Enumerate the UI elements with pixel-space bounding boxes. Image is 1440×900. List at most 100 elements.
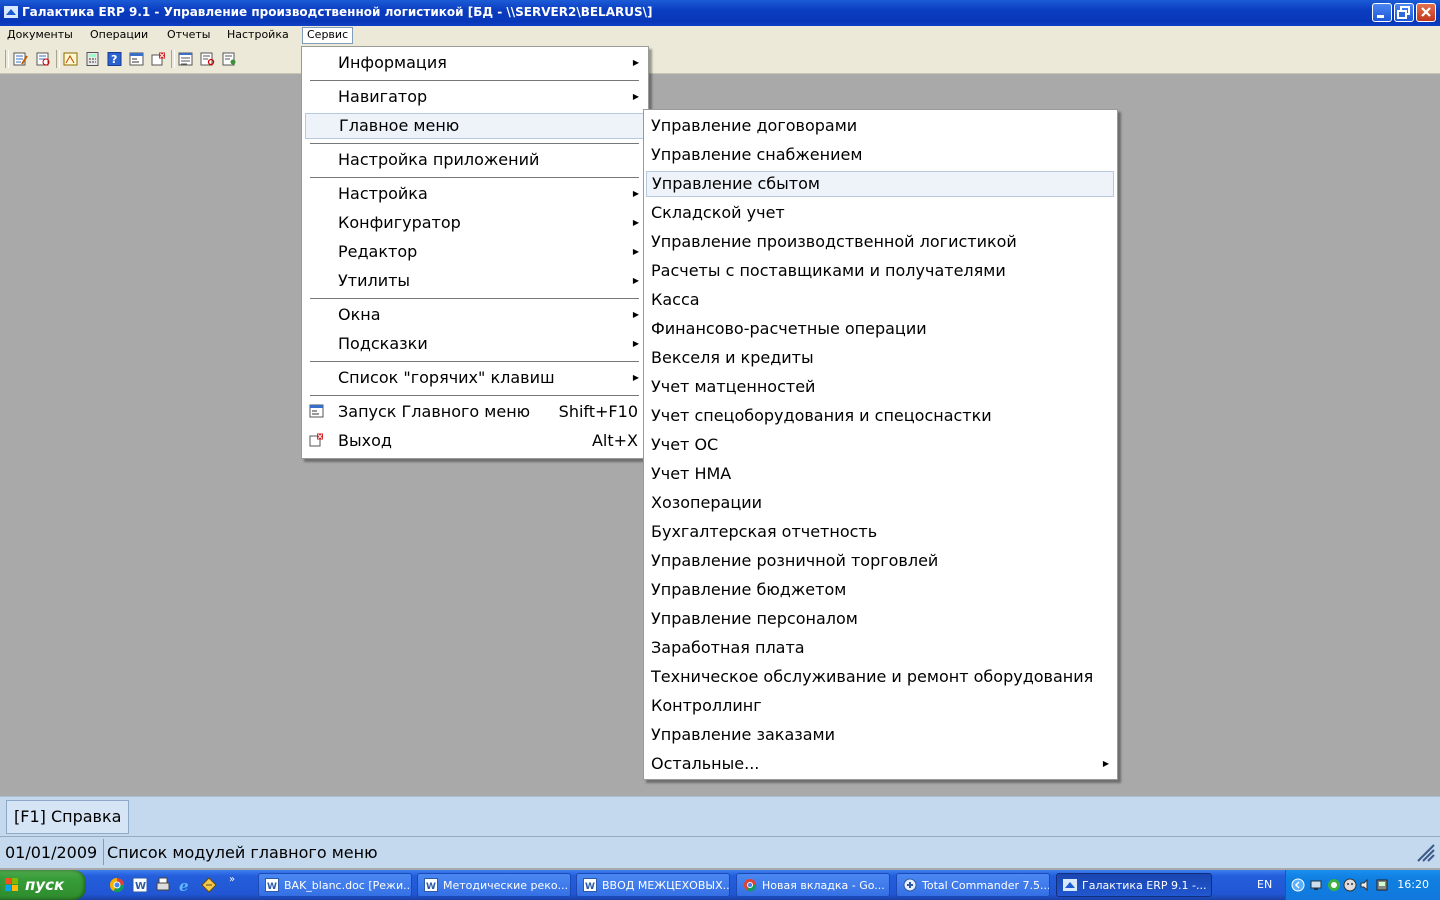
edit-document-icon[interactable] [13, 52, 28, 66]
minimize-icon [1377, 15, 1384, 18]
module-maintenance[interactable]: Техническое обслуживание и ремонт оборуд… [646, 664, 1114, 690]
module-retail[interactable]: Управление розничной торговлей [646, 548, 1114, 574]
module-warehouse[interactable]: Складской учет [646, 200, 1114, 226]
submenu-arrow-icon: ▶ [1102, 759, 1109, 768]
menu-operations[interactable]: Операции [90, 28, 148, 41]
printer-icon[interactable] [155, 877, 171, 893]
service-menu: Информация ▶ Навигатор ▶ Главное меню Наст… [301, 46, 649, 459]
menu-item-settings[interactable]: Настройка ▶ [305, 181, 644, 207]
svg-text:W: W [267, 882, 277, 892]
menu-documents[interactable]: Документы [7, 28, 73, 41]
language-indicator[interactable]: EN [1257, 878, 1272, 891]
svg-text:e: e [179, 877, 189, 893]
desktop-icon[interactable] [201, 877, 217, 893]
calculator-icon[interactable] [85, 52, 100, 66]
restore-button[interactable] [1394, 3, 1414, 22]
module-inventory[interactable]: Учет матценностей [646, 374, 1114, 400]
system-tray: 16:20 [1285, 870, 1440, 900]
module-bills-credits[interactable]: Векселя и кредиты [646, 345, 1114, 371]
word-icon[interactable]: W [132, 877, 148, 893]
menu-item-launch-main-menu[interactable]: Запуск Главного меню Shift+F10 [305, 399, 644, 425]
list-icon[interactable] [178, 52, 193, 66]
start-button[interactable]: пуск [0, 870, 86, 900]
exit-icon [309, 433, 323, 447]
module-cash[interactable]: Касса [646, 287, 1114, 313]
resize-grip-icon[interactable] [1414, 841, 1436, 863]
module-controlling[interactable]: Контроллинг [646, 693, 1114, 719]
device-icon[interactable] [1375, 878, 1389, 892]
title-bar[interactable]: Галактика ERP 9.1 - Управление производс… [0, 0, 1440, 26]
tray-expand-icon[interactable] [1291, 878, 1305, 892]
module-payroll[interactable]: Заработная плата [646, 635, 1114, 661]
menu-item-editor[interactable]: Редактор ▶ [305, 239, 644, 265]
taskbar-button-word-doc[interactable]: W BAK_blanc.doc [Режи... [258, 873, 412, 897]
chrome-icon[interactable] [109, 877, 125, 893]
menu-item-configurator[interactable]: Конфигуратор ▶ [305, 210, 644, 236]
toolbar: ? [0, 45, 1440, 74]
chrome-icon [743, 878, 757, 892]
help-button[interactable]: [F1] Справка [6, 800, 130, 834]
exit-icon[interactable] [151, 52, 166, 66]
menu-item-windows[interactable]: Окна ▶ [305, 302, 644, 328]
module-sales[interactable]: Управление сбытом [646, 171, 1114, 197]
module-others[interactable]: Остальные... ▶ [646, 751, 1114, 777]
submenu-arrow-icon: ▶ [632, 339, 639, 348]
taskbar-button-chrome[interactable]: Новая вкладка - Go... [736, 873, 890, 897]
document-view-icon[interactable] [36, 52, 51, 66]
menu-item-navigator[interactable]: Навигатор ▶ [305, 84, 644, 110]
internet-explorer-icon[interactable]: e [178, 877, 194, 893]
module-personnel[interactable]: Управление персоналом [646, 606, 1114, 632]
module-production-logistics[interactable]: Управление производственной логистикой [646, 229, 1114, 255]
taskbar-button-total-commander[interactable]: Total Commander 7.5... [896, 873, 1050, 897]
restore-icon [1397, 6, 1410, 19]
antivirus-icon[interactable] [1343, 878, 1357, 892]
menu-service[interactable]: Сервис [302, 27, 354, 44]
menu-settings[interactable]: Настройка [227, 28, 289, 41]
module-financial-operations[interactable]: Финансово-расчетные операции [646, 316, 1114, 342]
menu-item-information[interactable]: Информация ▶ [305, 50, 644, 76]
svg-text:W: W [585, 882, 595, 892]
status-divider [103, 839, 104, 865]
minimize-button[interactable] [1372, 3, 1392, 22]
menu-reports[interactable]: Отчеты [167, 28, 210, 41]
menu-item-hints[interactable]: Подсказки ▶ [305, 331, 644, 357]
module-intangible-assets[interactable]: Учет НМА [646, 461, 1114, 487]
module-budget[interactable]: Управление бюджетом [646, 577, 1114, 603]
svg-text:W: W [135, 881, 146, 892]
module-procurement[interactable]: Управление снабжением [646, 142, 1114, 168]
taskbar-button-galaktika[interactable]: Галактика ERP 9.1 -... [1056, 873, 1212, 897]
help-icon[interactable]: ? [107, 52, 122, 66]
module-settlements[interactable]: Расчеты с поставщиками и получателями [646, 258, 1114, 284]
taskbar-button-input[interactable]: W ВВОД МЕЖЦЕХОВЫХ... [576, 873, 730, 897]
launch-menu-icon[interactable] [129, 52, 144, 66]
menu-item-app-settings[interactable]: Настройка приложений [305, 147, 644, 173]
toolbar-separator [171, 50, 175, 68]
menu-item-utilities[interactable]: Утилиты ▶ [305, 268, 644, 294]
module-business-operations[interactable]: Хозоперации [646, 490, 1114, 516]
module-special-equipment[interactable]: Учет спецоборудования и спецоснастки [646, 403, 1114, 429]
module-accounting-reports[interactable]: Бухгалтерская отчетность [646, 519, 1114, 545]
menu-item-exit[interactable]: Выход Alt+X [305, 428, 644, 454]
taskbar-button-methodical[interactable]: W Методические реко... [417, 873, 571, 897]
settings-list-icon[interactable] [222, 52, 237, 66]
module-orders[interactable]: Управление заказами [646, 722, 1114, 748]
quicklaunch-chevron-icon[interactable]: » [229, 874, 235, 885]
volume-icon[interactable] [1359, 878, 1373, 892]
menu-separator [310, 80, 639, 81]
security-icon[interactable] [1327, 878, 1341, 892]
menu-item-hotkeys-list[interactable]: Список "горячих" клавиш ▶ [305, 365, 644, 391]
module-fixed-assets[interactable]: Учет ОС [646, 432, 1114, 458]
chart-icon[interactable] [63, 52, 78, 66]
module-contracts[interactable]: Управление договорами [646, 113, 1114, 139]
close-button[interactable] [1416, 3, 1436, 22]
network-icon[interactable] [1309, 878, 1323, 892]
window-title: Галактика ERP 9.1 - Управление производс… [22, 5, 653, 19]
menu-bar: Документы Операции Отчеты Настройка Серв… [0, 26, 1440, 45]
menu-separator [310, 298, 639, 299]
menu-item-main-menu[interactable]: Главное меню [305, 113, 644, 139]
total-commander-icon [903, 878, 917, 892]
system-clock[interactable]: 16:20 [1397, 878, 1429, 891]
help-bar: [F1] Справка [0, 796, 1440, 837]
menu-separator [310, 395, 639, 396]
search-list-icon[interactable] [200, 52, 215, 66]
